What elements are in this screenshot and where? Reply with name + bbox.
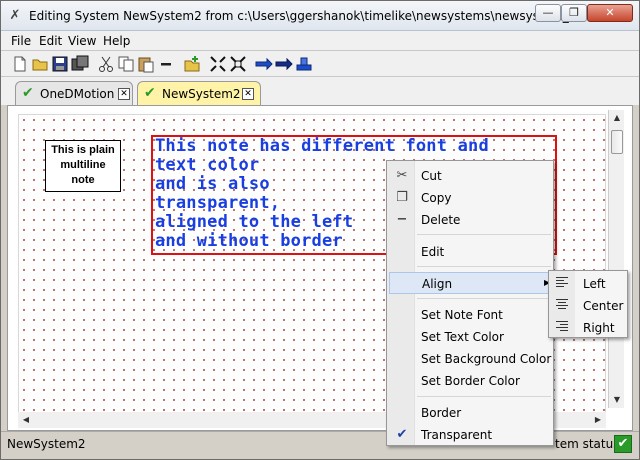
menu-item-label: Delete — [421, 213, 461, 227]
menu-item-label: Cut — [421, 169, 442, 183]
scroll-up-icon[interactable]: ▲ — [609, 110, 625, 126]
tab-newsystem2[interactable]: ✔ NewSystem2 * ✕ — [137, 81, 261, 105]
close-tab-icon[interactable]: ✕ — [242, 88, 254, 100]
tab-label: OneDMotion * — [40, 87, 125, 101]
delete-icon: − — [396, 212, 408, 227]
note-line: This is plain — [51, 144, 115, 156]
note-line: text color — [155, 155, 260, 175]
menu-item-label: Edit — [421, 245, 445, 259]
note-line: and without border — [155, 231, 343, 251]
menu-file[interactable]: File — [11, 34, 31, 48]
menu-item-set-text-color[interactable]: Set Text Color — [389, 326, 551, 348]
menu-item-set-background-color[interactable]: Set Background Color — [389, 348, 551, 370]
menu-item-set-note-font[interactable]: Set Note Font — [389, 304, 551, 326]
submenu-item-label: Left — [583, 277, 606, 291]
menu-item-copy[interactable]: ❐ Copy — [389, 187, 551, 209]
copy-icon[interactable] — [117, 55, 135, 73]
vertical-scrollbar[interactable]: ▲ ▼ — [608, 110, 624, 408]
title-bar: ✗ Editing System NewSystem2 from c:\User… — [1, 1, 639, 31]
zoom-in-icon[interactable] — [209, 55, 227, 73]
submenu-item-center[interactable]: Center — [551, 295, 627, 317]
scroll-left-icon[interactable]: ◀ — [18, 412, 34, 428]
menu-item-set-border-color[interactable]: Set Border Color — [389, 370, 551, 392]
menu-item-label: Align — [422, 277, 453, 291]
menu-item-delete[interactable]: − Delete — [389, 209, 551, 231]
menu-item-label: Transparent — [421, 428, 493, 442]
menu-view[interactable]: View — [68, 34, 96, 48]
status-ok-icon: ✔ — [614, 435, 632, 453]
open-icon[interactable] — [31, 55, 49, 73]
submenu-item-label: Center — [583, 299, 624, 313]
note-line: note — [71, 174, 95, 186]
context-menu: ✂ Cut ❐ Copy − Delete Edit Align ▶ Set N… — [386, 160, 554, 446]
build-icon[interactable] — [295, 55, 313, 73]
checkmark-icon: ✔ — [396, 427, 408, 442]
note-line: This note has different font and — [155, 136, 489, 156]
toolbar — [1, 51, 639, 77]
menu-item-label: Set Note Font — [421, 308, 503, 322]
note-line: and is also — [155, 174, 270, 194]
cut-icon: ✂ — [396, 168, 408, 183]
new-icon[interactable] — [11, 55, 29, 73]
check-icon: ✔ — [22, 85, 34, 101]
plain-note[interactable]: This is plain multiline note — [45, 140, 121, 192]
menu-item-label: Border — [421, 406, 462, 420]
menu-help[interactable]: Help — [103, 34, 130, 48]
scroll-thumb[interactable] — [611, 130, 623, 154]
maximize-button[interactable]: ❐ — [561, 4, 587, 22]
close-button[interactable]: ✕ — [587, 4, 633, 22]
menu-separator — [417, 298, 551, 299]
note-line: multiline — [60, 159, 106, 171]
save-all-icon[interactable] — [71, 55, 89, 73]
menu-item-label: Set Border Color — [421, 374, 520, 388]
menu-item-transparent[interactable]: ✔ Transparent — [389, 424, 551, 446]
delete-icon[interactable] — [157, 55, 175, 73]
cut-icon[interactable] — [97, 55, 115, 73]
menu-separator — [417, 266, 551, 267]
menu-item-border[interactable]: Border — [389, 402, 551, 424]
submenu-item-label: Right — [583, 321, 615, 335]
note-line: aligned to the left — [155, 212, 354, 232]
menu-item-align[interactable]: Align ▶ — [389, 272, 551, 294]
menu-item-edit[interactable]: Edit — [389, 241, 551, 263]
menu-item-cut[interactable]: ✂ Cut — [389, 165, 551, 187]
submenu-item-right[interactable]: Right — [551, 317, 627, 339]
align-center-icon — [556, 299, 570, 313]
check-icon: ✔ — [144, 85, 156, 101]
link-icon[interactable] — [275, 55, 293, 73]
tab-onedmotion[interactable]: ✔ OneDMotion * ✕ — [15, 81, 133, 105]
status-system-name: NewSystem2 — [7, 437, 86, 451]
minimize-button[interactable]: — — [535, 4, 561, 22]
add-note-icon[interactable] — [183, 55, 201, 73]
align-right-icon — [556, 321, 570, 335]
paste-icon[interactable] — [137, 55, 155, 73]
note-line: transparent, — [155, 193, 281, 213]
app-icon: ✗ — [9, 8, 21, 23]
submenu-item-left[interactable]: Left — [551, 273, 627, 295]
save-icon[interactable] — [51, 55, 69, 73]
tab-label: NewSystem2 * — [162, 87, 251, 101]
zoom-out-icon[interactable] — [229, 55, 247, 73]
menu-item-label: Set Text Color — [421, 330, 504, 344]
menu-edit[interactable]: Edit — [39, 34, 62, 48]
menu-item-label: Copy — [421, 191, 452, 205]
window-title: Editing System NewSystem2 from c:\Users\… — [29, 9, 577, 23]
tab-bar: ✔ OneDMotion * ✕ ✔ NewSystem2 * ✕ — [1, 77, 639, 105]
align-left-icon — [556, 277, 570, 291]
arrow-icon[interactable] — [255, 55, 273, 73]
copy-icon: ❐ — [396, 190, 408, 205]
scroll-down-icon[interactable]: ▼ — [609, 392, 625, 408]
scroll-right-icon[interactable]: ▶ — [590, 412, 606, 428]
align-submenu: Left Center Right — [548, 270, 628, 338]
menu-separator — [417, 396, 551, 397]
menu-item-label: Set Background Color — [421, 352, 552, 366]
menu-bar: File Edit View Help — [1, 31, 639, 51]
menu-separator — [417, 234, 551, 235]
close-tab-icon[interactable]: ✕ — [118, 88, 130, 100]
